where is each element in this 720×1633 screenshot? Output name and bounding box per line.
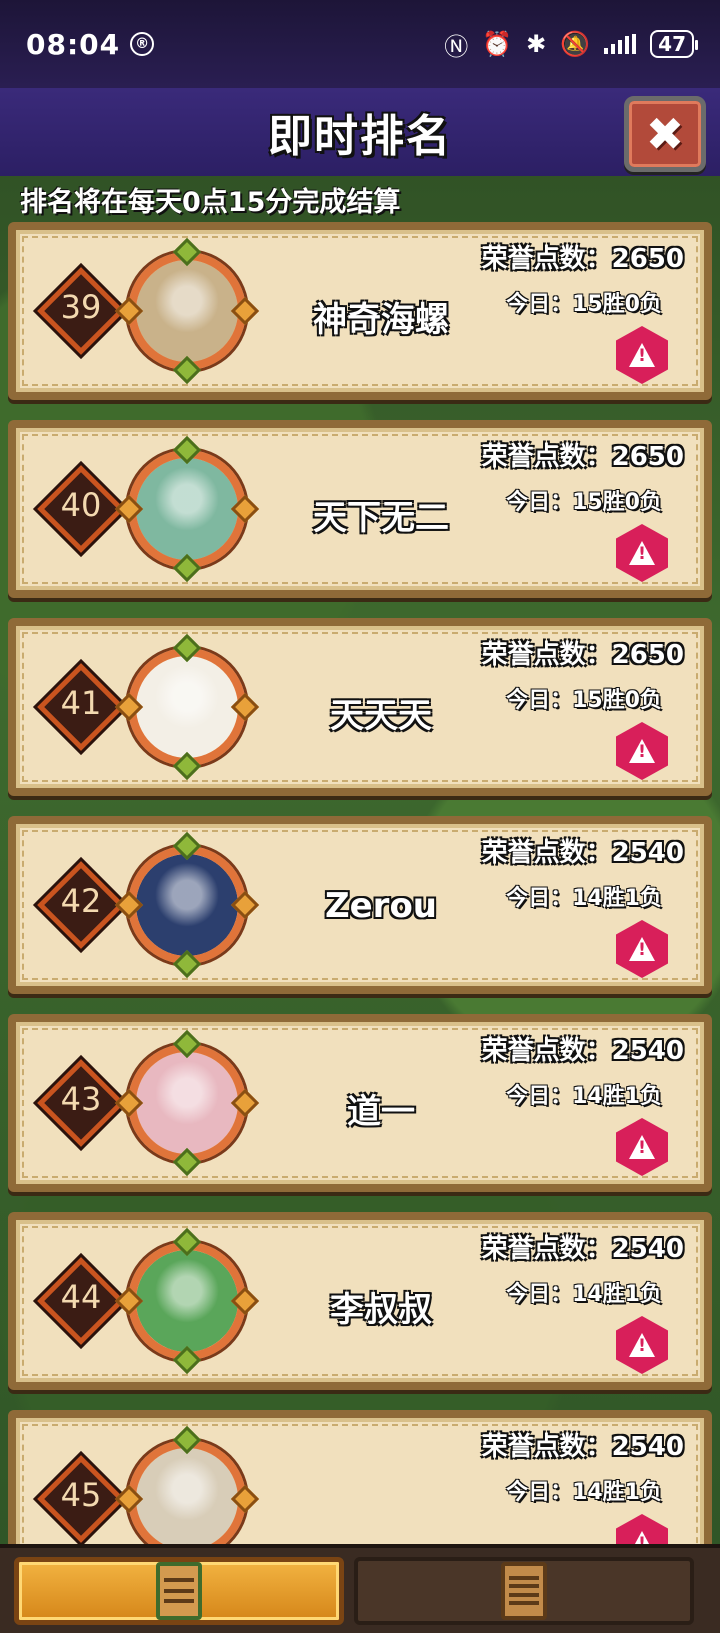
suit-man-avatar: [136, 854, 238, 956]
close-icon: ✖: [645, 107, 685, 161]
report-button[interactable]: !: [616, 920, 668, 978]
report-button[interactable]: !: [616, 1514, 668, 1544]
warning-icon: !: [629, 937, 655, 961]
warning-icon: !: [629, 1135, 655, 1159]
honor-points: 荣誉点数：2650: [481, 640, 684, 670]
partial-avatar: [136, 1448, 238, 1544]
report-button[interactable]: !: [616, 1316, 668, 1374]
warrior-avatar: [136, 458, 238, 560]
avatar[interactable]: [128, 648, 246, 766]
avatar[interactable]: [128, 252, 246, 370]
rank-card[interactable]: 45 荣誉点数：2540 今日：14胜1负 !: [8, 1410, 712, 1544]
player-name: 神奇海螺: [313, 300, 449, 340]
status-bar: 08:04 ® Ⓝ ⏰ ✱ 🔕 47: [0, 0, 720, 88]
alarm-icon: ⏰: [482, 30, 513, 58]
signal-icon: [604, 34, 637, 54]
dragon-rider-avatar: [136, 1250, 238, 1352]
honor-points: 荣誉点数：2540: [481, 1234, 684, 1264]
avatar[interactable]: [128, 846, 246, 964]
warning-icon: !: [629, 739, 655, 763]
cat-avatar: [136, 1052, 238, 1154]
report-button[interactable]: !: [616, 1118, 668, 1176]
report-button[interactable]: !: [616, 524, 668, 582]
player-name: 道一: [347, 1092, 415, 1132]
page-title: 即时排名: [268, 111, 452, 162]
today-record: 今日：15胜0负: [506, 688, 662, 713]
honor-points: 荣誉点数：2650: [481, 442, 684, 472]
bottom-tab-bar: [0, 1544, 720, 1633]
nfc-icon: Ⓝ: [444, 32, 469, 61]
today-record: 今日：14胜1负: [506, 886, 662, 911]
rank-number: 39: [60, 288, 102, 326]
close-button[interactable]: ✖: [624, 96, 706, 172]
records-tab[interactable]: [354, 1556, 694, 1625]
today-record: 今日：14胜1负: [506, 1480, 662, 1505]
rank-card[interactable]: 42 Zerou 荣誉点数：2540 今日：14胜1负 !: [8, 816, 712, 994]
today-record: 今日：14胜1负: [506, 1282, 662, 1307]
avatar[interactable]: [128, 1242, 246, 1360]
status-icons: Ⓝ ⏰ ✱ 🔕 47: [444, 27, 698, 62]
today-record: 今日：14胜1负: [506, 1084, 662, 1109]
honor-points: 荣誉点数：2540: [481, 1036, 684, 1066]
rank-card[interactable]: 44 李叔叔 荣誉点数：2540 今日：14胜1负 !: [8, 1212, 712, 1390]
ranking-list[interactable]: 39 神奇海螺 荣誉点数：2650 今日：15胜0负 ! 40 天下无二 荣誉点…: [0, 222, 720, 1544]
player-name: 天下无二: [313, 498, 449, 538]
rank-number: 45: [60, 1476, 102, 1514]
battery-icon: 47: [650, 30, 698, 58]
rank-number: 42: [60, 882, 102, 920]
avatar[interactable]: [128, 1440, 246, 1544]
rank-card[interactable]: 39 神奇海螺 荣誉点数：2650 今日：15胜0负 !: [8, 222, 712, 400]
warning-icon: !: [629, 1333, 655, 1357]
warning-icon: !: [629, 1531, 655, 1544]
avatar[interactable]: [128, 1044, 246, 1162]
report-button[interactable]: !: [616, 326, 668, 384]
rank-card[interactable]: 41 天天天 荣誉点数：2650 今日：15胜0负 !: [8, 618, 712, 796]
player-name: 李叔叔: [330, 1290, 432, 1330]
rank-number: 40: [60, 486, 102, 524]
ranking-tab[interactable]: [14, 1556, 344, 1625]
player-name: Zerou: [324, 886, 438, 926]
scroll-icon: [501, 1561, 547, 1620]
bee-avatar: [136, 260, 238, 362]
status-time: 08:04: [26, 27, 121, 61]
bluetooth-icon: ✱: [526, 30, 547, 58]
report-button[interactable]: !: [616, 722, 668, 780]
honor-points: 荣誉点数：2650: [481, 244, 684, 274]
avatar[interactable]: [128, 450, 246, 568]
monkey-avatar: [136, 656, 238, 758]
mute-icon: 🔕: [560, 30, 591, 58]
honor-points: 荣誉点数：2540: [481, 1432, 684, 1462]
warning-icon: !: [629, 541, 655, 565]
today-record: 今日：15胜0负: [506, 292, 662, 317]
header: 即时排名 ✖: [0, 88, 720, 176]
rank-number: 43: [60, 1080, 102, 1118]
rank-number: 41: [60, 684, 102, 722]
today-record: 今日：15胜0负: [506, 490, 662, 515]
notification-indicator-icon: ®: [130, 32, 155, 56]
list-scroll-icon: [156, 1561, 202, 1620]
rank-card[interactable]: 43 道一 荣誉点数：2540 今日：14胜1负 !: [8, 1014, 712, 1192]
warning-icon: !: [629, 343, 655, 367]
player-name: 天天天: [330, 696, 432, 736]
honor-points: 荣誉点数：2540: [481, 838, 684, 868]
rank-card[interactable]: 40 天下无二 荣誉点数：2650 今日：15胜0负 !: [8, 420, 712, 598]
settlement-notice: 排名将在每天0点15分完成结算: [20, 187, 401, 218]
rank-number: 44: [60, 1278, 102, 1316]
